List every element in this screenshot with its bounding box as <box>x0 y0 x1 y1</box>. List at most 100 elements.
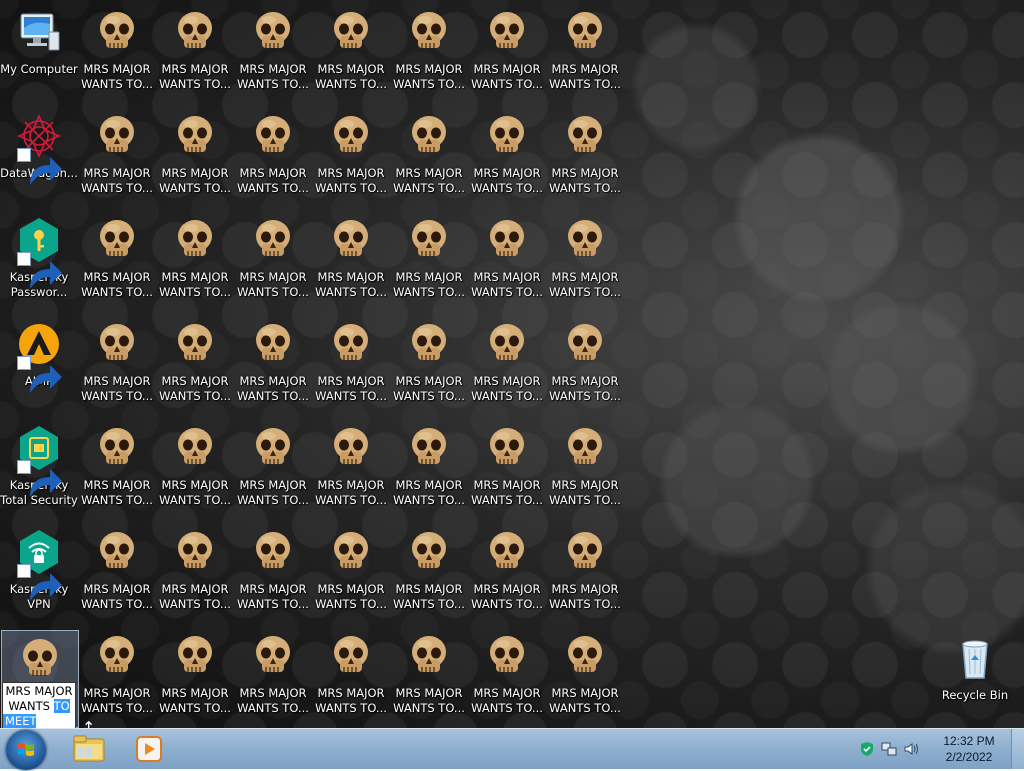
desktop-icon-kaspersky-vpn[interactable]: KasperskyVPN <box>0 524 78 620</box>
desktop-icon-mrs-major[interactable]: MRS MAJOR WANTS TO... <box>546 212 624 308</box>
media-player-button[interactable] <box>122 731 176 767</box>
desktop-icon-mrs-major[interactable]: MRS MAJOR WANTS TO... <box>312 108 390 204</box>
desktop-icon-mrs-major[interactable]: MRS MAJOR WANTS TO... <box>312 420 390 516</box>
desktop-icon-mrs-major[interactable]: MRS MAJOR WANTS TO... <box>78 420 156 516</box>
shortcut-arrow-icon <box>17 564 62 601</box>
skull-icon <box>249 528 297 576</box>
desktop-icon-mrs-major[interactable]: MRS MAJOR WANTS TO... <box>156 108 234 204</box>
clock-time: 12:32 PM <box>943 734 995 748</box>
datawagon-icon <box>15 112 63 185</box>
desktop-icon-mrs-major[interactable]: MRS MAJOR WANTS TO... <box>390 108 468 204</box>
desktop-icon-kaspersky-password[interactable]: KasperskyPasswor... <box>0 212 78 308</box>
desktop-icon-mrs-major[interactable]: MRS MAJOR WANTS TO... <box>78 212 156 308</box>
skull-icon <box>93 632 141 680</box>
clock[interactable]: 12:32 PM 2/2/2022 <box>934 733 1004 765</box>
desktop-icon-mrs-major[interactable]: MRS MAJOR WANTS TO... <box>468 524 546 620</box>
desktop-icon-mrs-major[interactable]: MRS MAJOR WANTS TO... <box>156 4 234 100</box>
desktop-icon-label: MRS MAJOR WANTS TO... <box>81 62 153 91</box>
desktop-icon-kaspersky-total-security[interactable]: KasperskyTotal Security <box>0 420 78 516</box>
desktop-icon-mrs-major[interactable]: MRS MAJOR WANTS TO... <box>234 212 312 308</box>
desktop-icon-mrs-major[interactable]: MRS MAJOR WANTS TO... <box>78 108 156 204</box>
security-shield-icon[interactable] <box>859 741 875 757</box>
desktop-icon-mrs-major[interactable]: MRS MAJOR WANTS TO... <box>546 524 624 620</box>
aimp-icon <box>15 320 63 393</box>
desktop[interactable]: My Computer DataWagon... KasperskyPasswor.… <box>0 0 1024 728</box>
desktop-icon-label: MRS MAJOR WANTS TO... <box>549 374 621 403</box>
desktop-icon-mrs-major[interactable]: MRS MAJOR WANTS TO... <box>546 4 624 100</box>
desktop-icon-label: MRS MAJOR WANTS TO... <box>549 478 621 507</box>
start-button[interactable] <box>6 730 46 770</box>
desktop-icon-mrs-major[interactable]: MRS MAJOR WANTS TO... <box>546 420 624 516</box>
skull-icon <box>483 528 531 576</box>
desktop-icon-mrs-major[interactable]: MRS MAJOR WANTS TO... <box>156 420 234 516</box>
skull-icon <box>171 8 219 56</box>
desktop-icon-label: MRS MAJOR WANTS TO... <box>315 270 387 299</box>
desktop-icon-label: MRS MAJOR WANTS TO... <box>237 582 309 611</box>
folder-icon <box>73 735 105 762</box>
desktop-icon-mrs-major[interactable]: MRS MAJOR WANTS TO... <box>234 316 312 412</box>
desktop-icon-mrs-major[interactable]: MRS MAJOR WANTS TO... <box>156 524 234 620</box>
explorer-button[interactable] <box>62 731 116 767</box>
desktop-icon-mrs-major[interactable]: MRS MAJOR WANTS TO... <box>468 212 546 308</box>
desktop-icon-mrs-major[interactable]: MRS MAJOR WANTS TO... <box>156 212 234 308</box>
network-icon[interactable] <box>881 741 897 757</box>
desktop-icon-mrs-major[interactable]: MRS MAJOR WANTS TO... <box>312 4 390 100</box>
desktop-icon-mrs-major[interactable]: MRS MAJOR WANTS TO... <box>468 108 546 204</box>
desktop-icon-mrs-major[interactable]: MRS MAJOR WANTS TO... <box>390 524 468 620</box>
desktop-icon-mrs-major[interactable]: MRS MAJOR WANTS TO... <box>312 212 390 308</box>
skull-icon <box>249 216 297 264</box>
windows-start-icon <box>18 743 34 756</box>
desktop-icon-mrs-major[interactable]: MRS MAJOR WANTS TO... <box>390 420 468 516</box>
desktop-icon-mrs-major[interactable]: MRS MAJOR WANTS TO... <box>234 524 312 620</box>
desktop-icon-mrs-major[interactable]: MRS MAJOR WANTS TO... <box>312 524 390 620</box>
desktop-icon-label: MRS MAJOR WANTS TO... <box>237 166 309 195</box>
desktop-icon-label: MRS MAJOR WANTS TO... <box>471 582 543 611</box>
skull-icon <box>405 320 453 368</box>
desktop-icon-mrs-major[interactable]: MRS MAJOR WANTS TO... <box>390 4 468 100</box>
desktop-icon-mrs-major[interactable]: MRS MAJOR WANTS TO... <box>156 628 234 724</box>
skull-icon <box>249 320 297 368</box>
skull-icon <box>561 320 609 368</box>
desktop-icon-recycle-bin[interactable]: Recycle Bin <box>936 630 1014 726</box>
desktop-icon-mrs-major[interactable]: MRS MAJOR WANTS TO... <box>234 420 312 516</box>
desktop-icon-mrs-major[interactable]: MRS MAJOR WANTS TO... <box>78 316 156 412</box>
desktop-icon-mrs-major[interactable]: MRS MAJOR WANTS TO... <box>156 316 234 412</box>
desktop-icon-my-computer[interactable]: My Computer <box>0 4 78 100</box>
skull-icon <box>405 8 453 56</box>
desktop-icon-mrs-major[interactable]: MRS MAJOR WANTS TO... <box>546 108 624 204</box>
desktop-icon-label: MRS MAJOR WANTS TO... <box>549 686 621 715</box>
skull-icon <box>561 112 609 160</box>
desktop-icon-mrs-major[interactable]: MRS MAJOR WANTS TO... <box>234 108 312 204</box>
skull-icon <box>561 216 609 264</box>
desktop-icon-mrs-major[interactable]: MRS MAJOR WANTS TO... <box>546 628 624 724</box>
desktop-icon-mrs-major[interactable]: MRS MAJOR WANTS TO... <box>468 420 546 516</box>
desktop-icon-mrs-major[interactable]: MRS MAJOR WANTS TO... <box>468 4 546 100</box>
desktop-icon-mrs-major[interactable]: MRS MAJOR WANTS TO... <box>390 628 468 724</box>
desktop-icon-mrs-major[interactable]: MRS MAJOR WANTS TO... <box>312 628 390 724</box>
desktop-icon-mrs-major[interactable]: MRS MAJOR WANTS TO... <box>390 316 468 412</box>
desktop-icon-mrs-major[interactable]: MRS MAJOR WANTS TO... <box>78 524 156 620</box>
shortcut-arrow-icon <box>17 460 62 497</box>
desktop-icon-mrs-major[interactable]: MRS MAJOR WANTS TO... <box>234 4 312 100</box>
desktop-icon-mrs-major[interactable]: MRS MAJOR WANTS TO... <box>78 4 156 100</box>
skull-icon <box>171 424 219 472</box>
desktop-icon-mrs-major[interactable]: MRS MAJOR WANTS TO... <box>312 316 390 412</box>
desktop-icon-mrs-major[interactable]: MRS MAJOR WANTS TO... <box>468 316 546 412</box>
desktop-icon-mrs-major[interactable]: MRS MAJOR WANTS TO... <box>546 316 624 412</box>
desktop-icon-mrs-major[interactable]: MRS MAJOR WANTS TO... <box>78 628 156 724</box>
desktop-icon-label: MRS MAJOR WANTS TO... <box>315 686 387 715</box>
desktop-icon-label: MRS MAJOR WANTS TO... <box>159 62 231 91</box>
desktop-icon-mrs-major[interactable]: MRS MAJOR WANTS TO... <box>468 628 546 724</box>
skull-icon <box>16 635 64 683</box>
desktop-icon-aimp[interactable]: AIMP <box>0 316 78 412</box>
desktop-icon-datawagon[interactable]: DataWagon... <box>0 108 78 204</box>
desktop-icon-mrs-major[interactable]: MRS MAJOR WANTS TO... <box>390 212 468 308</box>
desktop-icon-label: MRS MAJOR WANTS TO... <box>237 374 309 403</box>
desktop-icon-label: MRS MAJOR WANTS TO... <box>471 686 543 715</box>
desktop-icon-label: MRS MAJOR WANTS TO... <box>549 166 621 195</box>
show-desktop-button[interactable] <box>1011 729 1024 769</box>
desktop-icon-label: MRS MAJOR WANTS TO... <box>315 478 387 507</box>
volume-icon[interactable] <box>903 741 919 757</box>
rename-textbox[interactable]: MRS MAJOR WANTS TO MEET YOU <box>2 682 76 728</box>
desktop-icon-mrs-major[interactable]: MRS MAJOR WANTS TO... <box>234 628 312 724</box>
